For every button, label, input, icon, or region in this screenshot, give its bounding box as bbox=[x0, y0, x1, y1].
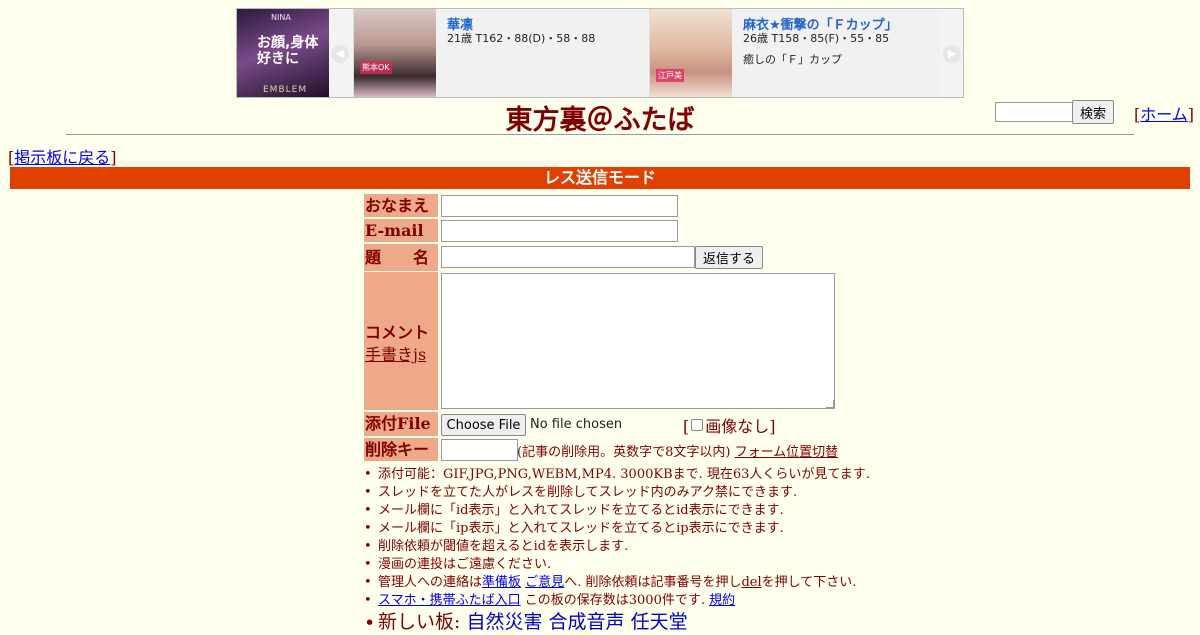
home-link[interactable]: ホーム bbox=[1140, 105, 1188, 124]
note-id-display: メール欄に「id表示」と入れてスレッドを立てるとid表示にできます. bbox=[364, 502, 870, 520]
note-admin-mid: へ. 削除依頼は記事番号を押し bbox=[564, 575, 742, 590]
email-label: E-mail bbox=[364, 219, 438, 242]
note-save-count: この板の保存数は3000件です. bbox=[524, 593, 705, 608]
ad-next-arrow-icon[interactable]: ▶ bbox=[943, 45, 961, 63]
submit-reply-button[interactable]: 返信する bbox=[695, 246, 763, 269]
feedback-link[interactable]: ご意見 bbox=[525, 575, 564, 590]
note-ip-display: メール欄に「ip表示」と入れてスレッドを立てるとip表示にできます. bbox=[364, 520, 870, 538]
form-position-toggle-link[interactable]: フォーム位置切替 bbox=[735, 445, 839, 460]
name-input[interactable] bbox=[441, 195, 678, 217]
ad-card-2-photo[interactable]: 江戸美 bbox=[650, 9, 732, 97]
note-new-boards: 新しい板: 自然災害 合成音声 任天堂 bbox=[364, 610, 870, 635]
search-button[interactable]: 検索 bbox=[1072, 100, 1114, 124]
note-mobile: スマホ・携帯ふたば入口 この板の保存数は3000件です. 規約 bbox=[364, 592, 870, 610]
ad-card-2-desc: 癒しの「Ｆ」カップ bbox=[743, 53, 842, 66]
ad-card-1-photo[interactable]: 熊本OK bbox=[354, 9, 436, 97]
delete-key-label: 削除キー bbox=[364, 438, 438, 461]
del-link[interactable]: del bbox=[741, 575, 761, 590]
no-image-label: 画像なし] bbox=[705, 417, 776, 436]
note-manga-spam: 漫画の連投はご遠慮ください. bbox=[364, 556, 870, 574]
ad-card-2[interactable]: 江戸美 麻衣★衝撃の「Ｆカップ」 26歳 T158・85(F)・55・85 癒し… bbox=[649, 9, 941, 97]
ad-logo-image[interactable]: NINA お顔,身体 好きに EMBLEM bbox=[237, 9, 329, 97]
reply-mode-bar: レス送信モード bbox=[10, 167, 1190, 189]
note-admin-prefix: 管理人への連絡は bbox=[378, 575, 483, 590]
ad-slogan-line2: 好きに bbox=[257, 51, 299, 67]
delete-key-note-wrapper: (記事の削除用。英数字で8文字以内) フォーム位置切替 bbox=[517, 441, 838, 460]
ad-card-1-spec: 21歳 T162・88(D)・58・88 bbox=[447, 32, 596, 45]
comment-textarea[interactable] bbox=[441, 273, 835, 409]
note-admin-contact: 管理人への連絡は準備板 ご意見へ. 削除依頼は記事番号を押しdelを押して下さい… bbox=[364, 574, 870, 592]
prep-board-link[interactable]: 準備板 bbox=[482, 575, 521, 590]
choose-file-button[interactable]: Choose File bbox=[441, 414, 526, 436]
home-link-wrapper: [ホーム] bbox=[1134, 101, 1194, 125]
delete-key-note: (記事の削除用。英数字で8文字以内) bbox=[517, 445, 731, 460]
terms-link[interactable]: 規約 bbox=[709, 593, 735, 608]
no-image-option: [ 画像なし] bbox=[683, 413, 776, 437]
back-to-board-link[interactable]: 掲示板に戻る bbox=[14, 148, 110, 167]
header-divider bbox=[66, 134, 1134, 135]
mobile-entrance-link[interactable]: スマホ・携帯ふたば入口 bbox=[378, 593, 521, 608]
home-bracket-close: ] bbox=[1187, 105, 1195, 124]
ad-card-2-spec: 26歳 T158・85(F)・55・85 bbox=[743, 32, 890, 45]
ad-card-2-photo-tag: 江戸美 bbox=[656, 69, 684, 82]
subject-label: 題 名 bbox=[364, 244, 438, 271]
ad-card-1-photo-tag: 熊本OK bbox=[360, 61, 392, 74]
ad-card-1[interactable]: 熊本OK 華凛 21歳 T162・88(D)・58・88 bbox=[353, 9, 647, 97]
delete-key-input[interactable] bbox=[441, 439, 518, 461]
ad-slogan-line1: お顔,身体 bbox=[257, 35, 319, 51]
note-attachments: 添付可能：GIF,JPG,PNG,WEBM,MP4. 3000KBまで. 現在6… bbox=[364, 466, 870, 484]
back-link-wrapper: [掲示板に戻る] bbox=[8, 144, 117, 168]
name-label: おなまえ bbox=[364, 194, 438, 217]
comment-label-cell: コメント 手書きjs bbox=[364, 272, 438, 410]
resize-handle-icon[interactable] bbox=[826, 400, 834, 408]
ad-banner[interactable]: NINA お顔,身体 好きに EMBLEM ◀ 熊本OK 華凛 21歳 T162… bbox=[236, 8, 964, 98]
email-input[interactable] bbox=[441, 220, 678, 242]
ad-logo-brand: NINA bbox=[271, 13, 291, 22]
handwrite-js-link[interactable]: 手書きjs bbox=[365, 341, 426, 365]
no-image-checkbox[interactable] bbox=[691, 419, 704, 431]
note-thread-ban: スレッドを立てた人がレスを削除してスレッド内のみアク禁にできます. bbox=[364, 484, 870, 502]
ad-prev-arrow-icon[interactable]: ◀ bbox=[331, 45, 349, 63]
file-label: 添付File bbox=[364, 412, 438, 436]
ad-logo-foot: EMBLEM bbox=[263, 85, 308, 95]
note-admin-suffix: を押して下さい. bbox=[761, 575, 857, 590]
no-file-chosen-text: No file chosen bbox=[530, 417, 623, 432]
no-image-bracket-open: [ bbox=[683, 417, 690, 436]
note-delete-threshold: 削除依頼が閾値を超えるとidを表示します. bbox=[364, 538, 870, 556]
subject-input[interactable] bbox=[441, 246, 695, 268]
ad-logo-slogan: お顔,身体 好きに bbox=[257, 35, 318, 67]
comment-label: コメント bbox=[365, 323, 430, 342]
search-input[interactable] bbox=[995, 102, 1073, 122]
notes-list: 添付可能：GIF,JPG,PNG,WEBM,MP4. 3000KBまで. 現在6… bbox=[364, 466, 870, 635]
back-bracket-close: ] bbox=[110, 148, 117, 167]
